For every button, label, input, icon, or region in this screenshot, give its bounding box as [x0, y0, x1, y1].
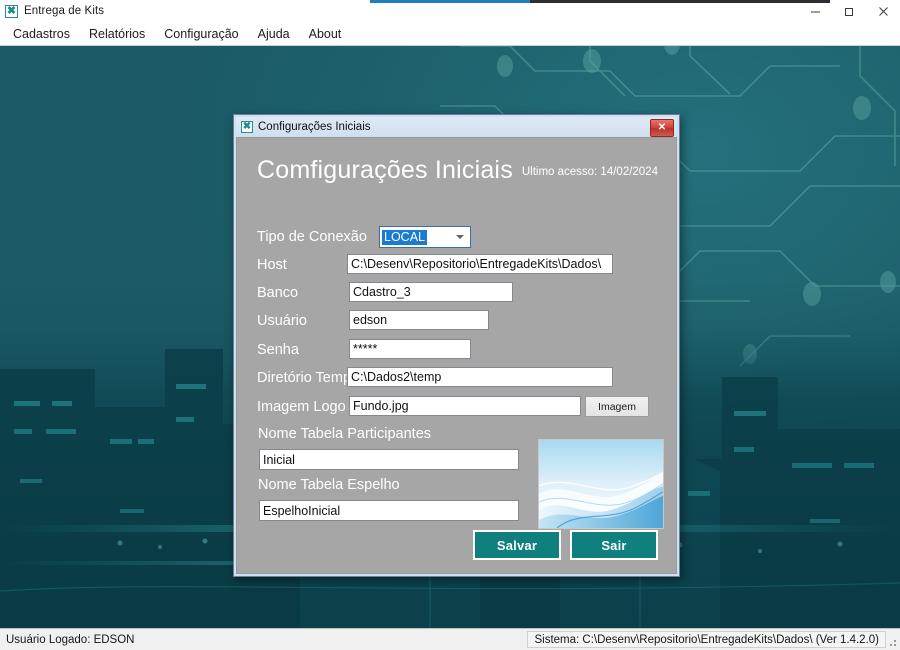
label-usuario: Usuário — [257, 313, 307, 329]
row-diretorio-temp: Diretório Temp — [257, 367, 351, 389]
tipo-conexao-value: LOCAL — [382, 229, 427, 245]
window-title: Entrega de Kits — [24, 5, 105, 17]
label-imagem-logo: Imagem Logo — [257, 399, 346, 415]
status-system-text: Sistema: C:\Desenv\Repositorio\Entregade… — [534, 633, 879, 646]
sair-button[interactable]: Sair — [570, 530, 658, 560]
label-nome-tabela-participantes: Nome Tabela Participantes — [258, 426, 432, 442]
application-window: ✖ Entrega de Kits Cadastros Relatórios C… — [0, 0, 900, 650]
menubar: Cadastros Relatórios Configuração Ajuda … — [0, 22, 900, 46]
host-input[interactable] — [347, 254, 613, 274]
senha-input[interactable] — [349, 339, 471, 359]
last-access-text: Ultimo acesso: 14/02/2024 — [521, 166, 658, 178]
window-titlebar: ✖ Entrega de Kits — [0, 0, 900, 23]
configuracoes-iniciais-dialog: ✖ Configurações Iniciais ✕ Comfigurações… — [233, 114, 680, 577]
row-imagem-logo: Imagem Logo — [257, 396, 346, 418]
menu-item-relatorios[interactable]: Relatórios — [80, 25, 154, 43]
label-nome-tabela-espelho: Nome Tabela Espelho — [258, 477, 400, 493]
label-senha: Senha — [257, 342, 299, 358]
nome-tabela-participantes-input[interactable] — [259, 449, 519, 470]
dialog-heading: Comfigurações Iniciais — [257, 156, 513, 184]
status-user-text: Usuário Logado: EDSON — [6, 633, 135, 646]
window-controls — [798, 0, 900, 22]
top-accent-strip-dark — [530, 0, 830, 3]
maximize-button[interactable] — [832, 0, 866, 22]
browse-image-button[interactable]: Imagem — [585, 396, 649, 417]
label-banco: Banco — [257, 285, 299, 301]
label-host: Host — [257, 257, 287, 273]
row-banco: Banco — [257, 282, 298, 304]
status-system-panel: Sistema: C:\Desenv\Repositorio\Entregade… — [527, 631, 886, 648]
label-diretorio-temp: Diretório Temp — [257, 370, 352, 386]
statusbar: Usuário Logado: EDSON Sistema: C:\Desenv… — [0, 628, 900, 650]
salvar-button[interactable]: Salvar — [473, 530, 561, 560]
diretorio-temp-input[interactable] — [347, 367, 613, 387]
row-tipo-conexao: Tipo de Conexão — [257, 226, 373, 248]
resize-grip-icon[interactable] — [886, 636, 898, 648]
imagem-logo-input[interactable] — [349, 396, 581, 416]
minimize-icon — [810, 11, 820, 12]
close-button[interactable] — [866, 0, 900, 22]
app-logo-icon: ✖ — [5, 4, 18, 18]
banco-input[interactable] — [349, 282, 513, 302]
menu-item-cadastros[interactable]: Cadastros — [4, 25, 79, 43]
dialog-app-icon: ✖ — [241, 121, 253, 133]
label-tipo-conexao: Tipo de Conexão — [257, 229, 367, 245]
menu-item-configuracao[interactable]: Configuração — [155, 25, 247, 43]
dialog-title: Configurações Iniciais — [258, 121, 371, 133]
row-host: Host — [257, 254, 287, 276]
dialog-close-button[interactable]: ✕ — [650, 119, 674, 137]
menu-item-ajuda[interactable]: Ajuda — [249, 25, 299, 43]
minimize-button[interactable] — [798, 0, 832, 22]
nome-tabela-espelho-input[interactable] — [259, 500, 519, 521]
menu-item-about[interactable]: About — [300, 25, 351, 43]
dialog-titlebar: ✖ Configurações Iniciais ✕ — [236, 117, 677, 137]
logo-preview-image — [538, 439, 664, 529]
tipo-conexao-select[interactable]: LOCAL — [379, 226, 471, 248]
top-accent-strip — [370, 0, 530, 3]
row-senha: Senha — [257, 339, 299, 361]
chevron-down-icon — [456, 235, 464, 239]
restore-icon — [844, 7, 853, 16]
usuario-input[interactable] — [349, 310, 489, 330]
logo-preview-graphic — [539, 440, 663, 528]
close-icon — [878, 6, 888, 16]
dialog-body: Comfigurações Iniciais Ultimo acesso: 14… — [236, 137, 677, 574]
row-usuario: Usuário — [257, 310, 307, 332]
